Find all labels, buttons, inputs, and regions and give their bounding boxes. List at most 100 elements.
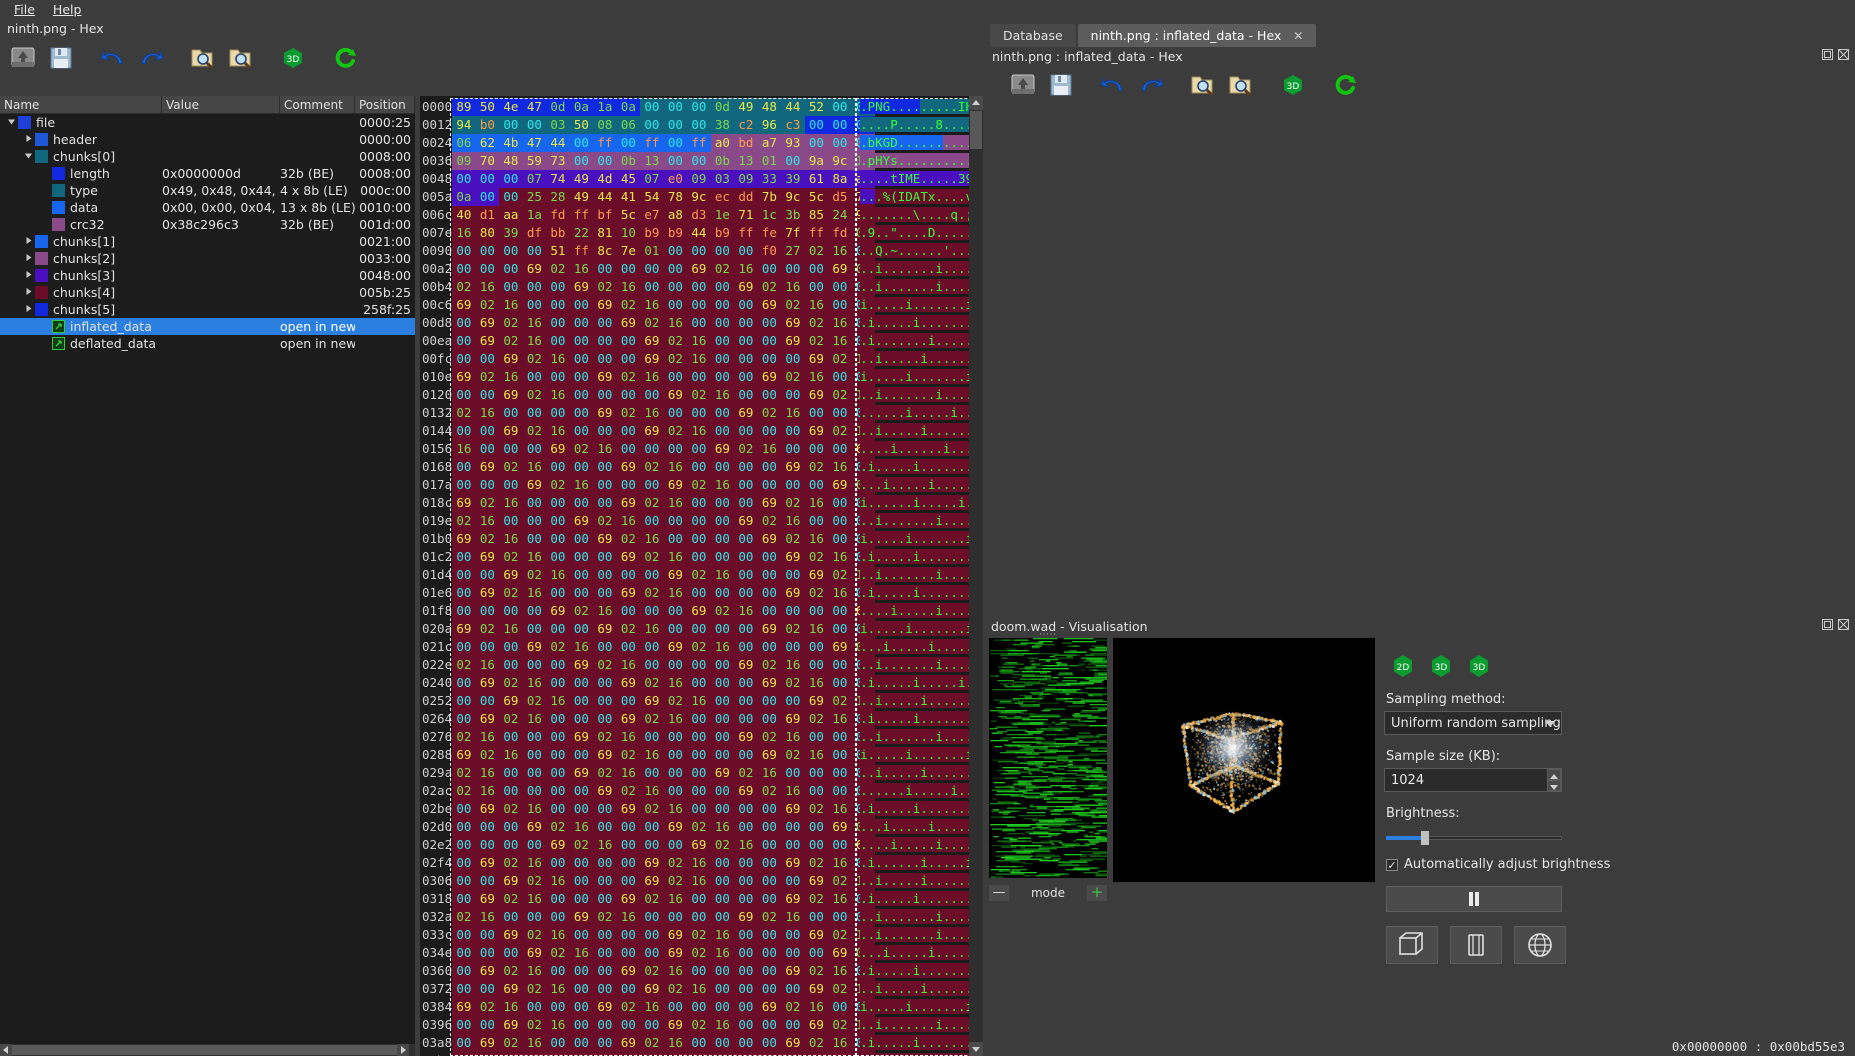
hex-byte[interactable]: 0d	[546, 98, 570, 116]
tree-row-inflated_data[interactable]: inflated_dataopen in new t...	[0, 318, 415, 335]
hex-byte[interactable]: 00	[781, 764, 805, 782]
hex-byte[interactable]: 69	[499, 980, 523, 998]
hex-byte[interactable]: 0b	[617, 152, 641, 170]
hex-byte[interactable]: 01	[758, 152, 782, 170]
hex-byte[interactable]: 00	[711, 548, 735, 566]
hex-byte[interactable]: 00	[452, 422, 476, 440]
hex-byte-row[interactable]: 000069021600000000690216000000690216	[452, 386, 852, 404]
hex-byte[interactable]: a7	[758, 134, 782, 152]
hex-byte-row[interactable]: 000069021600000069021600000000690216	[452, 980, 852, 998]
hex-byte[interactable]: 00	[758, 386, 782, 404]
hex-byte[interactable]: 52	[805, 98, 829, 116]
hex-byte[interactable]: 69	[640, 332, 664, 350]
hex-byte[interactable]: 16	[593, 836, 617, 854]
hex-byte[interactable]: 45	[617, 170, 641, 188]
hex-byte[interactable]: 69	[781, 314, 805, 332]
hex-byte[interactable]: 00	[499, 782, 523, 800]
hex-byte[interactable]: 02	[617, 296, 641, 314]
hex-byte[interactable]: 00	[711, 710, 735, 728]
hex-byte[interactable]: 69	[452, 620, 476, 638]
hex-byte[interactable]: 00	[523, 764, 547, 782]
hex-byte[interactable]: 0d	[711, 98, 735, 116]
hex-byte[interactable]: 00	[452, 242, 476, 260]
tree-row-crc32[interactable]: crc320x38c296c332b (BE)001d:00	[0, 216, 415, 233]
hex-byte[interactable]: 16	[570, 638, 594, 656]
hex-byte[interactable]: 16	[781, 278, 805, 296]
hex-byte[interactable]: 69	[664, 1016, 688, 1034]
hex-byte[interactable]: 00	[734, 368, 758, 386]
hex-byte[interactable]: 09	[734, 170, 758, 188]
hex-byte[interactable]: 00	[734, 746, 758, 764]
hex-byte[interactable]: 16	[828, 332, 852, 350]
hex-byte[interactable]: 00	[499, 944, 523, 962]
hex-byte[interactable]: 00	[711, 746, 735, 764]
hex-byte[interactable]: 16	[499, 530, 523, 548]
hex-byte[interactable]: 00	[711, 458, 735, 476]
hex-byte[interactable]: 00	[617, 926, 641, 944]
tree-column-comment[interactable]: Comment	[280, 96, 355, 113]
hex-byte[interactable]: 16	[687, 350, 711, 368]
hex-byte[interactable]: 69	[805, 980, 829, 998]
hex-byte[interactable]: 9a	[805, 152, 829, 170]
hex-byte[interactable]: 00	[828, 728, 852, 746]
hex-byte[interactable]: 00	[640, 926, 664, 944]
hex-byte[interactable]: 69	[640, 854, 664, 872]
hex-byte[interactable]: 16	[828, 962, 852, 980]
hex-byte[interactable]: 02	[781, 620, 805, 638]
tree-column-name[interactable]: Name	[0, 96, 162, 113]
hex-byte[interactable]: 00	[734, 890, 758, 908]
hex-byte[interactable]: 00	[570, 368, 594, 386]
hex-byte-row[interactable]: 000000006902160000006902160000000069	[452, 836, 852, 854]
hex-byte[interactable]: 00	[593, 1052, 617, 1056]
hex-byte[interactable]: 69	[593, 296, 617, 314]
hex-byte[interactable]: 69	[828, 638, 852, 656]
hex-byte[interactable]: 00	[593, 260, 617, 278]
menu-file[interactable]: File	[6, 1, 43, 18]
left-hex-view[interactable]: 00000012002400360048005a006c007e009000a2…	[420, 96, 983, 1056]
hex-byte[interactable]: 00	[546, 890, 570, 908]
hex-byte[interactable]: 00	[828, 782, 852, 800]
hex-byte[interactable]: 00	[546, 314, 570, 332]
hex-byte[interactable]: 16	[640, 620, 664, 638]
hex-byte[interactable]: 69	[734, 908, 758, 926]
hex-byte[interactable]: 00	[664, 782, 688, 800]
hex-byte-row[interactable]: 000069021600000069021600000000690216	[452, 692, 852, 710]
hex-byte[interactable]: 69	[758, 530, 782, 548]
hex-byte[interactable]: 00	[476, 440, 500, 458]
hex-byte[interactable]: 69	[476, 584, 500, 602]
hex-byte[interactable]: 16	[781, 908, 805, 926]
hex-byte[interactable]: 02	[523, 566, 547, 584]
hex-byte[interactable]: 02	[687, 944, 711, 962]
hex-byte[interactable]: 00	[617, 260, 641, 278]
hex-byte[interactable]: 00	[828, 494, 852, 512]
hex-byte[interactable]: 00	[570, 1034, 594, 1052]
hex-byte[interactable]: 00	[523, 440, 547, 458]
hex-byte[interactable]: 02	[781, 296, 805, 314]
hex-byte[interactable]: 00	[593, 890, 617, 908]
float-icon-vis[interactable]	[1822, 619, 1833, 630]
hex-byte[interactable]: 00	[640, 386, 664, 404]
hex-byte[interactable]: 16	[734, 602, 758, 620]
hex-byte[interactable]: 16	[640, 746, 664, 764]
hex-byte[interactable]: 69	[546, 836, 570, 854]
hex-byte[interactable]: 02	[805, 314, 829, 332]
hex-byte[interactable]: 00	[523, 404, 547, 422]
hex-byte[interactable]: 16	[781, 656, 805, 674]
hex-byte[interactable]: 16	[570, 818, 594, 836]
hex-byte[interactable]: 16	[711, 944, 735, 962]
hex-byte[interactable]: 00	[711, 404, 735, 422]
hex-byte[interactable]: 02	[664, 980, 688, 998]
hex-byte[interactable]: 00	[805, 638, 829, 656]
hex-byte[interactable]: 1c	[758, 206, 782, 224]
hex-byte[interactable]: 00	[687, 1034, 711, 1052]
hex-byte[interactable]: 69	[499, 926, 523, 944]
hex-byte[interactable]: 00	[711, 422, 735, 440]
hex-byte[interactable]: 16	[523, 458, 547, 476]
hex-byte[interactable]: 02	[711, 602, 735, 620]
hex-byte[interactable]: 02	[617, 620, 641, 638]
hex-byte[interactable]: 00	[452, 872, 476, 890]
hex-byte[interactable]: 48	[758, 98, 782, 116]
hex-byte[interactable]: 48	[499, 152, 523, 170]
hex-byte-row[interactable]: 021600000069021600000000690216000000	[452, 728, 852, 746]
hex-byte[interactable]: 02	[593, 728, 617, 746]
